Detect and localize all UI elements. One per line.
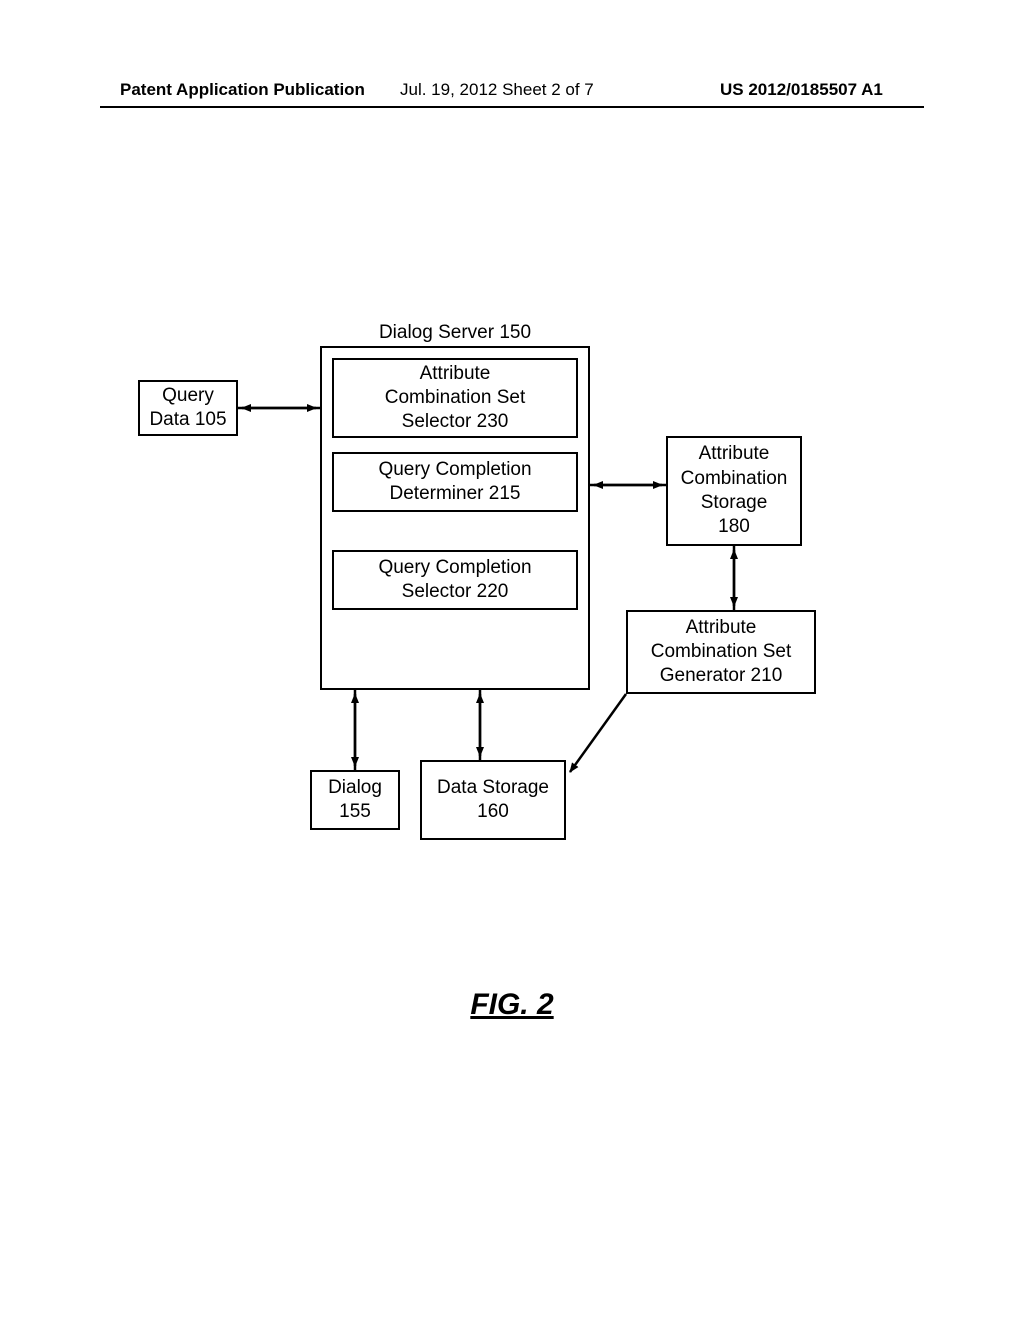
figure-caption: FIG. 2	[0, 988, 1024, 1022]
connectors-svg	[0, 0, 1024, 1320]
page: Patent Application Publication Jul. 19, …	[0, 0, 1024, 1320]
connector-generator-datastorage	[570, 694, 626, 772]
